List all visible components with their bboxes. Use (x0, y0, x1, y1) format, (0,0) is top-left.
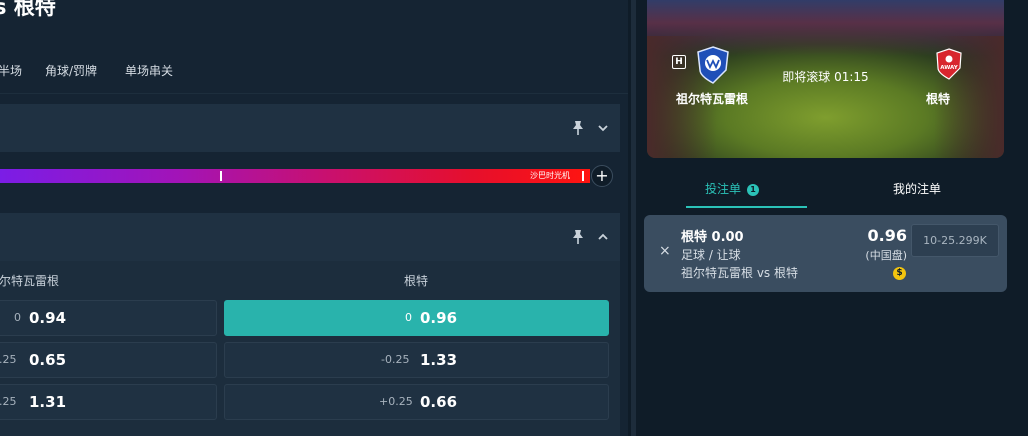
momentum-label: 沙巴时光机 (530, 171, 570, 180)
handicap-market-header[interactable] (0, 213, 620, 261)
pin-icon[interactable] (571, 120, 585, 136)
stake-input[interactable]: 10-25.299K (911, 224, 999, 257)
momentum-bar: 沙巴时光机 (0, 169, 590, 183)
tab-betslip[interactable]: 投注单 1 (705, 180, 760, 197)
home-odds-button[interactable]: .25 1.31 (0, 384, 217, 420)
collapsed-market-header[interactable] (0, 104, 620, 152)
handicap-line: .25 (0, 353, 17, 366)
momentum-row: 沙巴时光机 + (0, 152, 628, 202)
match-title: s 根特 (0, 0, 56, 19)
away-odds-button[interactable]: +0.25 0.66 (224, 384, 609, 420)
tab-betslip-label: 投注单 (705, 182, 742, 196)
close-icon[interactable]: × (659, 243, 671, 259)
momentum-marker (220, 171, 222, 181)
home-odds-button[interactable]: .25 0.65 (0, 342, 217, 378)
handicap-line: 0 (14, 311, 21, 324)
tab-half-time[interactable]: 半场 (0, 62, 22, 79)
collapsed-market-card (0, 104, 620, 152)
coin-icon: $ (893, 267, 906, 280)
home-odds-button[interactable]: 0 0.94 (0, 300, 217, 336)
bet-odds: 0.96 (867, 226, 907, 245)
bet-slip-item: × 根特 0.00 足球 / 让球 祖尔特瓦雷根 vs 根特 0.96 (中国盘… (644, 215, 1007, 292)
bet-panel: H AWAY 即将滚球 01:15 祖尔特瓦雷根 根特 投注单 1 我的注单 × … (636, 0, 1028, 436)
handicap-line: .25 (0, 395, 17, 408)
odds-value: 0.66 (420, 393, 458, 411)
odds-value: 1.33 (420, 351, 458, 369)
chevron-down-icon[interactable] (597, 122, 609, 134)
odds-value: 0.96 (420, 309, 458, 327)
home-team-header: 尔特瓦雷根 (0, 274, 60, 288)
momentum-end-marker (582, 171, 584, 181)
bet-event: 祖尔特瓦雷根 vs 根特 (681, 266, 798, 280)
active-tab-indicator (686, 206, 807, 208)
match-hero: H AWAY 即将滚球 01:15 祖尔特瓦雷根 根特 (647, 0, 1004, 158)
odds-value: 0.94 (29, 309, 67, 327)
bet-selection: 根特 0.00 (681, 230, 744, 245)
chevron-up-icon[interactable] (597, 231, 609, 243)
hero-away-team: 根特 (926, 92, 951, 106)
away-odds-button[interactable]: -0.25 1.33 (224, 342, 609, 378)
odds-value: 0.65 (29, 351, 67, 369)
hero-home-team: 祖尔特瓦雷根 (676, 92, 749, 106)
tab-corners-cards[interactable]: 角球/罚牌 (45, 62, 97, 79)
handicap-line: 0 (405, 311, 412, 324)
match-status: 即将滚球 01:15 (782, 70, 869, 84)
odds-value: 1.31 (29, 393, 67, 411)
away-team-header: 根特 (404, 274, 429, 288)
pin-icon[interactable] (571, 229, 585, 245)
odds-format: (中国盘) (865, 249, 907, 262)
tab-my-bets[interactable]: 我的注单 (893, 180, 941, 197)
tabs-divider (0, 93, 628, 94)
handicap-line: +0.25 (379, 395, 413, 408)
handicap-line: -0.25 (381, 353, 410, 366)
betslip-count-badge: 1 (747, 184, 760, 196)
add-button[interactable]: + (591, 165, 613, 187)
tab-single-parlay[interactable]: 单场串关 (125, 62, 173, 79)
market-panel: s 根特 半场 角球/罚牌 单场串关 沙巴时光机 + 尔特瓦雷根 根特 0 0.… (0, 0, 628, 436)
bet-market: 足球 / 让球 (681, 248, 741, 262)
home-indicator-badge: H (672, 55, 686, 69)
away-odds-button-selected[interactable]: 0 0.96 (224, 300, 609, 336)
